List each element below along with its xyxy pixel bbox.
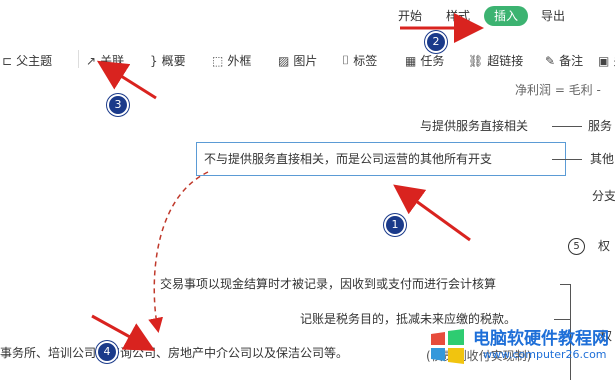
relation-dashed-line[interactable] [148, 171, 209, 333]
annotation-badge-2: 2 [427, 33, 445, 51]
annotation-badge-3: 3 [109, 96, 127, 114]
watermark: 电脑软硬件教程网 www.computer26.com [427, 318, 615, 380]
annotation-badge-1: 1 [386, 216, 404, 234]
watermark-url: www.computer26.com [483, 348, 607, 361]
annotation-arrow-1 [393, 184, 471, 242]
windows-logo-icon [431, 329, 464, 364]
annotation-arrow-3 [96, 60, 157, 100]
watermark-title: 电脑软硬件教程网 [473, 329, 609, 349]
annotation-arrow-4 [91, 314, 156, 351]
annotation-badge-4: 4 [98, 343, 116, 361]
